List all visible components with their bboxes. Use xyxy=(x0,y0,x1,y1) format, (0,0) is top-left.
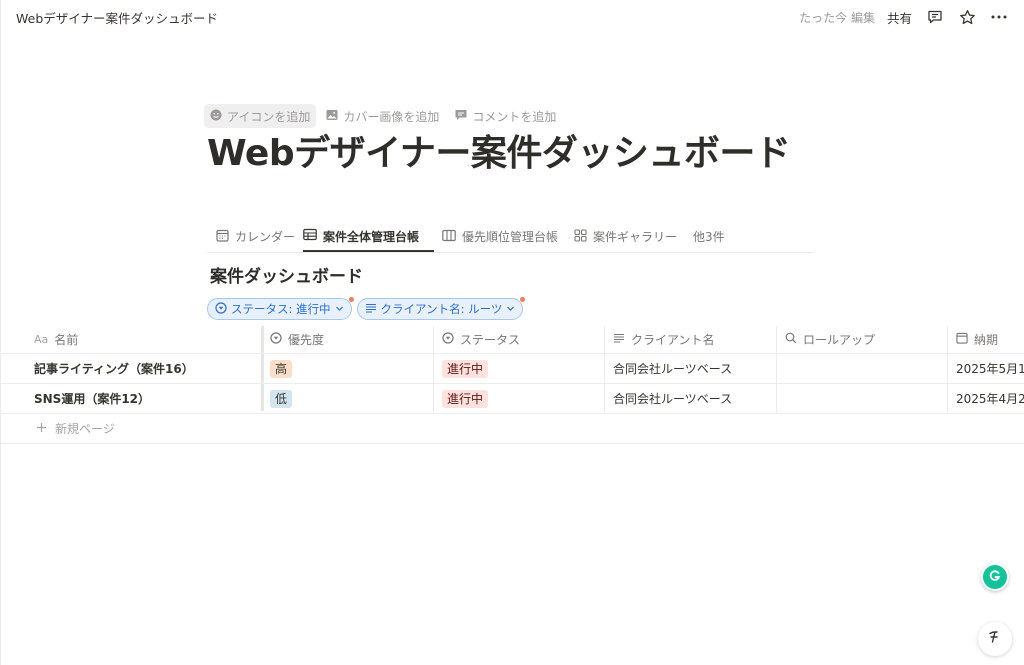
tab-more-views-label: 他3件 xyxy=(693,230,725,244)
filter-client-label: クライアント名: ルーツ xyxy=(380,302,503,316)
gallery-icon xyxy=(574,228,587,245)
filter-bar: ステータス: 進行中 クライアント名: ルーツ xyxy=(207,297,526,320)
add-comment-button[interactable]: コメントを追加 xyxy=(449,104,562,128)
text-lines-icon xyxy=(365,302,377,317)
tab-calendar[interactable]: カレンダー xyxy=(216,222,295,251)
row-name: SNS運用（案件12） xyxy=(34,392,151,406)
table-row[interactable]: SNS運用（案件12） 低 進行中 合同会社ルーツベース 2025年4月2 xyxy=(0,384,1024,414)
priority-tag: 高 xyxy=(270,359,293,378)
row-name-cell[interactable]: SNS運用（案件12） xyxy=(26,384,262,413)
column-header-client[interactable]: クライアント名 xyxy=(604,326,776,353)
status-icon xyxy=(215,301,227,317)
filter-chip-status[interactable]: ステータス: 進行中 xyxy=(207,297,354,320)
column-header-name-label: 名前 xyxy=(54,333,79,347)
add-icon-button[interactable]: アイコンを追加 xyxy=(204,104,317,128)
new-page-row: 新規ページ xyxy=(0,414,1024,444)
row-client-cell[interactable]: 合同会社ルーツベース xyxy=(604,354,776,383)
table-header: Aa 名前 優先度 ステータス クライアント名 ロールアップ 納期 xyxy=(0,326,1024,354)
row-due-cell[interactable]: 2025年4月2 xyxy=(947,384,1024,413)
tab-gallery[interactable]: 案件ギャラリー xyxy=(574,222,677,251)
tab-more-views[interactable]: 他3件 xyxy=(693,222,725,251)
tab-project-ledger-label: 案件全体管理台帳 xyxy=(323,229,420,244)
status-tag: 進行中 xyxy=(442,389,489,408)
column-header-priority-label: 優先度 xyxy=(288,333,325,347)
column-header-due-label: 納期 xyxy=(974,333,999,347)
column-header-priority[interactable]: 優先度 xyxy=(262,326,433,353)
notion-ai-icon xyxy=(987,629,1003,649)
tab-calendar-label: カレンダー xyxy=(235,230,296,244)
row-status-cell[interactable]: 進行中 xyxy=(433,384,604,413)
due-date: 2025年4月2 xyxy=(956,392,1024,406)
column-header-rollup-label: ロールアップ xyxy=(803,333,876,347)
board-icon xyxy=(442,229,456,245)
share-button[interactable]: 共有 xyxy=(885,8,914,27)
filter-active-dot xyxy=(520,297,526,302)
comment-icon xyxy=(455,109,467,124)
column-header-rollup[interactable]: ロールアップ xyxy=(776,326,947,353)
filter-chip-client[interactable]: クライアント名: ルーツ xyxy=(356,297,526,320)
database-table: Aa 名前 優先度 ステータス クライアント名 ロールアップ 納期 記事ライティ… xyxy=(0,326,1024,444)
comment-icon[interactable] xyxy=(924,6,946,28)
plus-icon xyxy=(36,422,47,436)
column-header-client-label: クライアント名 xyxy=(631,333,715,347)
new-page-label: 新規ページ xyxy=(55,422,115,436)
client-name: 合同会社ルーツベース xyxy=(613,392,733,406)
new-page-button[interactable]: 新規ページ xyxy=(36,414,115,443)
row-rollup-cell[interactable] xyxy=(776,354,947,383)
row-name-cell[interactable]: 記事ライティング（案件16） xyxy=(26,354,262,383)
chevron-down-icon xyxy=(506,302,515,316)
view-tabs: カレンダー 案件全体管理台帳 優先順位管理台帳 案件ギャラリー 他3件 xyxy=(207,222,813,253)
top-bar: Webデザイナー案件ダッシュボード たった今 編集 共有 xyxy=(0,0,1024,34)
table-icon xyxy=(303,228,317,244)
calendar-icon xyxy=(216,229,229,245)
tab-project-ledger[interactable]: 案件全体管理台帳 xyxy=(303,222,434,252)
chevron-down-icon xyxy=(335,302,344,316)
calendar-icon xyxy=(956,332,968,347)
edited-status: たった今 編集 xyxy=(799,10,875,25)
add-icon-label: アイコンを追加 xyxy=(227,109,311,124)
page-actions: アイコンを追加 カバー画像を追加 コメントを追加 xyxy=(204,104,562,128)
grammarly-button[interactable] xyxy=(981,563,1009,591)
top-actions: たった今 編集 共有 xyxy=(799,5,1010,29)
tab-priority-ledger-label: 優先順位管理台帳 xyxy=(462,230,559,244)
select-icon xyxy=(270,332,282,347)
tab-priority-ledger[interactable]: 優先順位管理台帳 xyxy=(442,222,558,251)
search-icon xyxy=(785,332,797,347)
page-title[interactable]: Webデザイナー案件ダッシュボード xyxy=(207,128,791,180)
text-type-icon: Aa xyxy=(34,333,49,346)
row-client-cell[interactable]: 合同会社ルーツベース xyxy=(604,384,776,413)
add-comment-label: コメントを追加 xyxy=(472,109,557,124)
view-title[interactable]: 案件ダッシュボード xyxy=(210,262,363,287)
smiley-icon xyxy=(210,109,222,124)
column-header-status[interactable]: ステータス xyxy=(433,326,604,353)
priority-tag: 低 xyxy=(270,389,293,408)
row-due-cell[interactable]: 2025年5月1 xyxy=(947,354,1024,383)
filter-status-label: ステータス: 進行中 xyxy=(231,302,331,316)
star-icon[interactable] xyxy=(956,6,978,28)
status-tag: 進行中 xyxy=(442,359,489,378)
text-lines-icon xyxy=(613,332,625,347)
column-header-name[interactable]: Aa 名前 xyxy=(26,326,262,353)
row-rollup-cell[interactable] xyxy=(776,384,947,413)
grammarly-icon xyxy=(988,568,1002,587)
breadcrumb[interactable]: Webデザイナー案件ダッシュボード xyxy=(16,8,218,27)
more-icon[interactable] xyxy=(988,6,1010,28)
row-priority-cell[interactable]: 高 xyxy=(262,354,433,383)
due-date: 2025年5月1 xyxy=(956,362,1024,376)
row-name: 記事ライティング（案件16） xyxy=(34,362,194,376)
row-status-cell[interactable]: 進行中 xyxy=(433,354,604,383)
image-icon xyxy=(326,109,338,124)
client-name: 合同会社ルーツベース xyxy=(613,362,733,376)
row-priority-cell[interactable]: 低 xyxy=(262,384,433,413)
add-cover-label: カバー画像を追加 xyxy=(343,109,440,124)
tab-gallery-label: 案件ギャラリー xyxy=(593,230,678,244)
column-header-due[interactable]: 納期 xyxy=(947,326,1024,353)
add-cover-button[interactable]: カバー画像を追加 xyxy=(320,104,445,128)
table-row[interactable]: 記事ライティング（案件16） 高 進行中 合同会社ルーツベース 2025年5月1 xyxy=(0,354,1024,384)
filter-active-dot xyxy=(348,297,354,302)
help-button[interactable] xyxy=(978,622,1012,656)
column-header-status-label: ステータス xyxy=(460,333,521,347)
status-icon xyxy=(442,332,454,347)
